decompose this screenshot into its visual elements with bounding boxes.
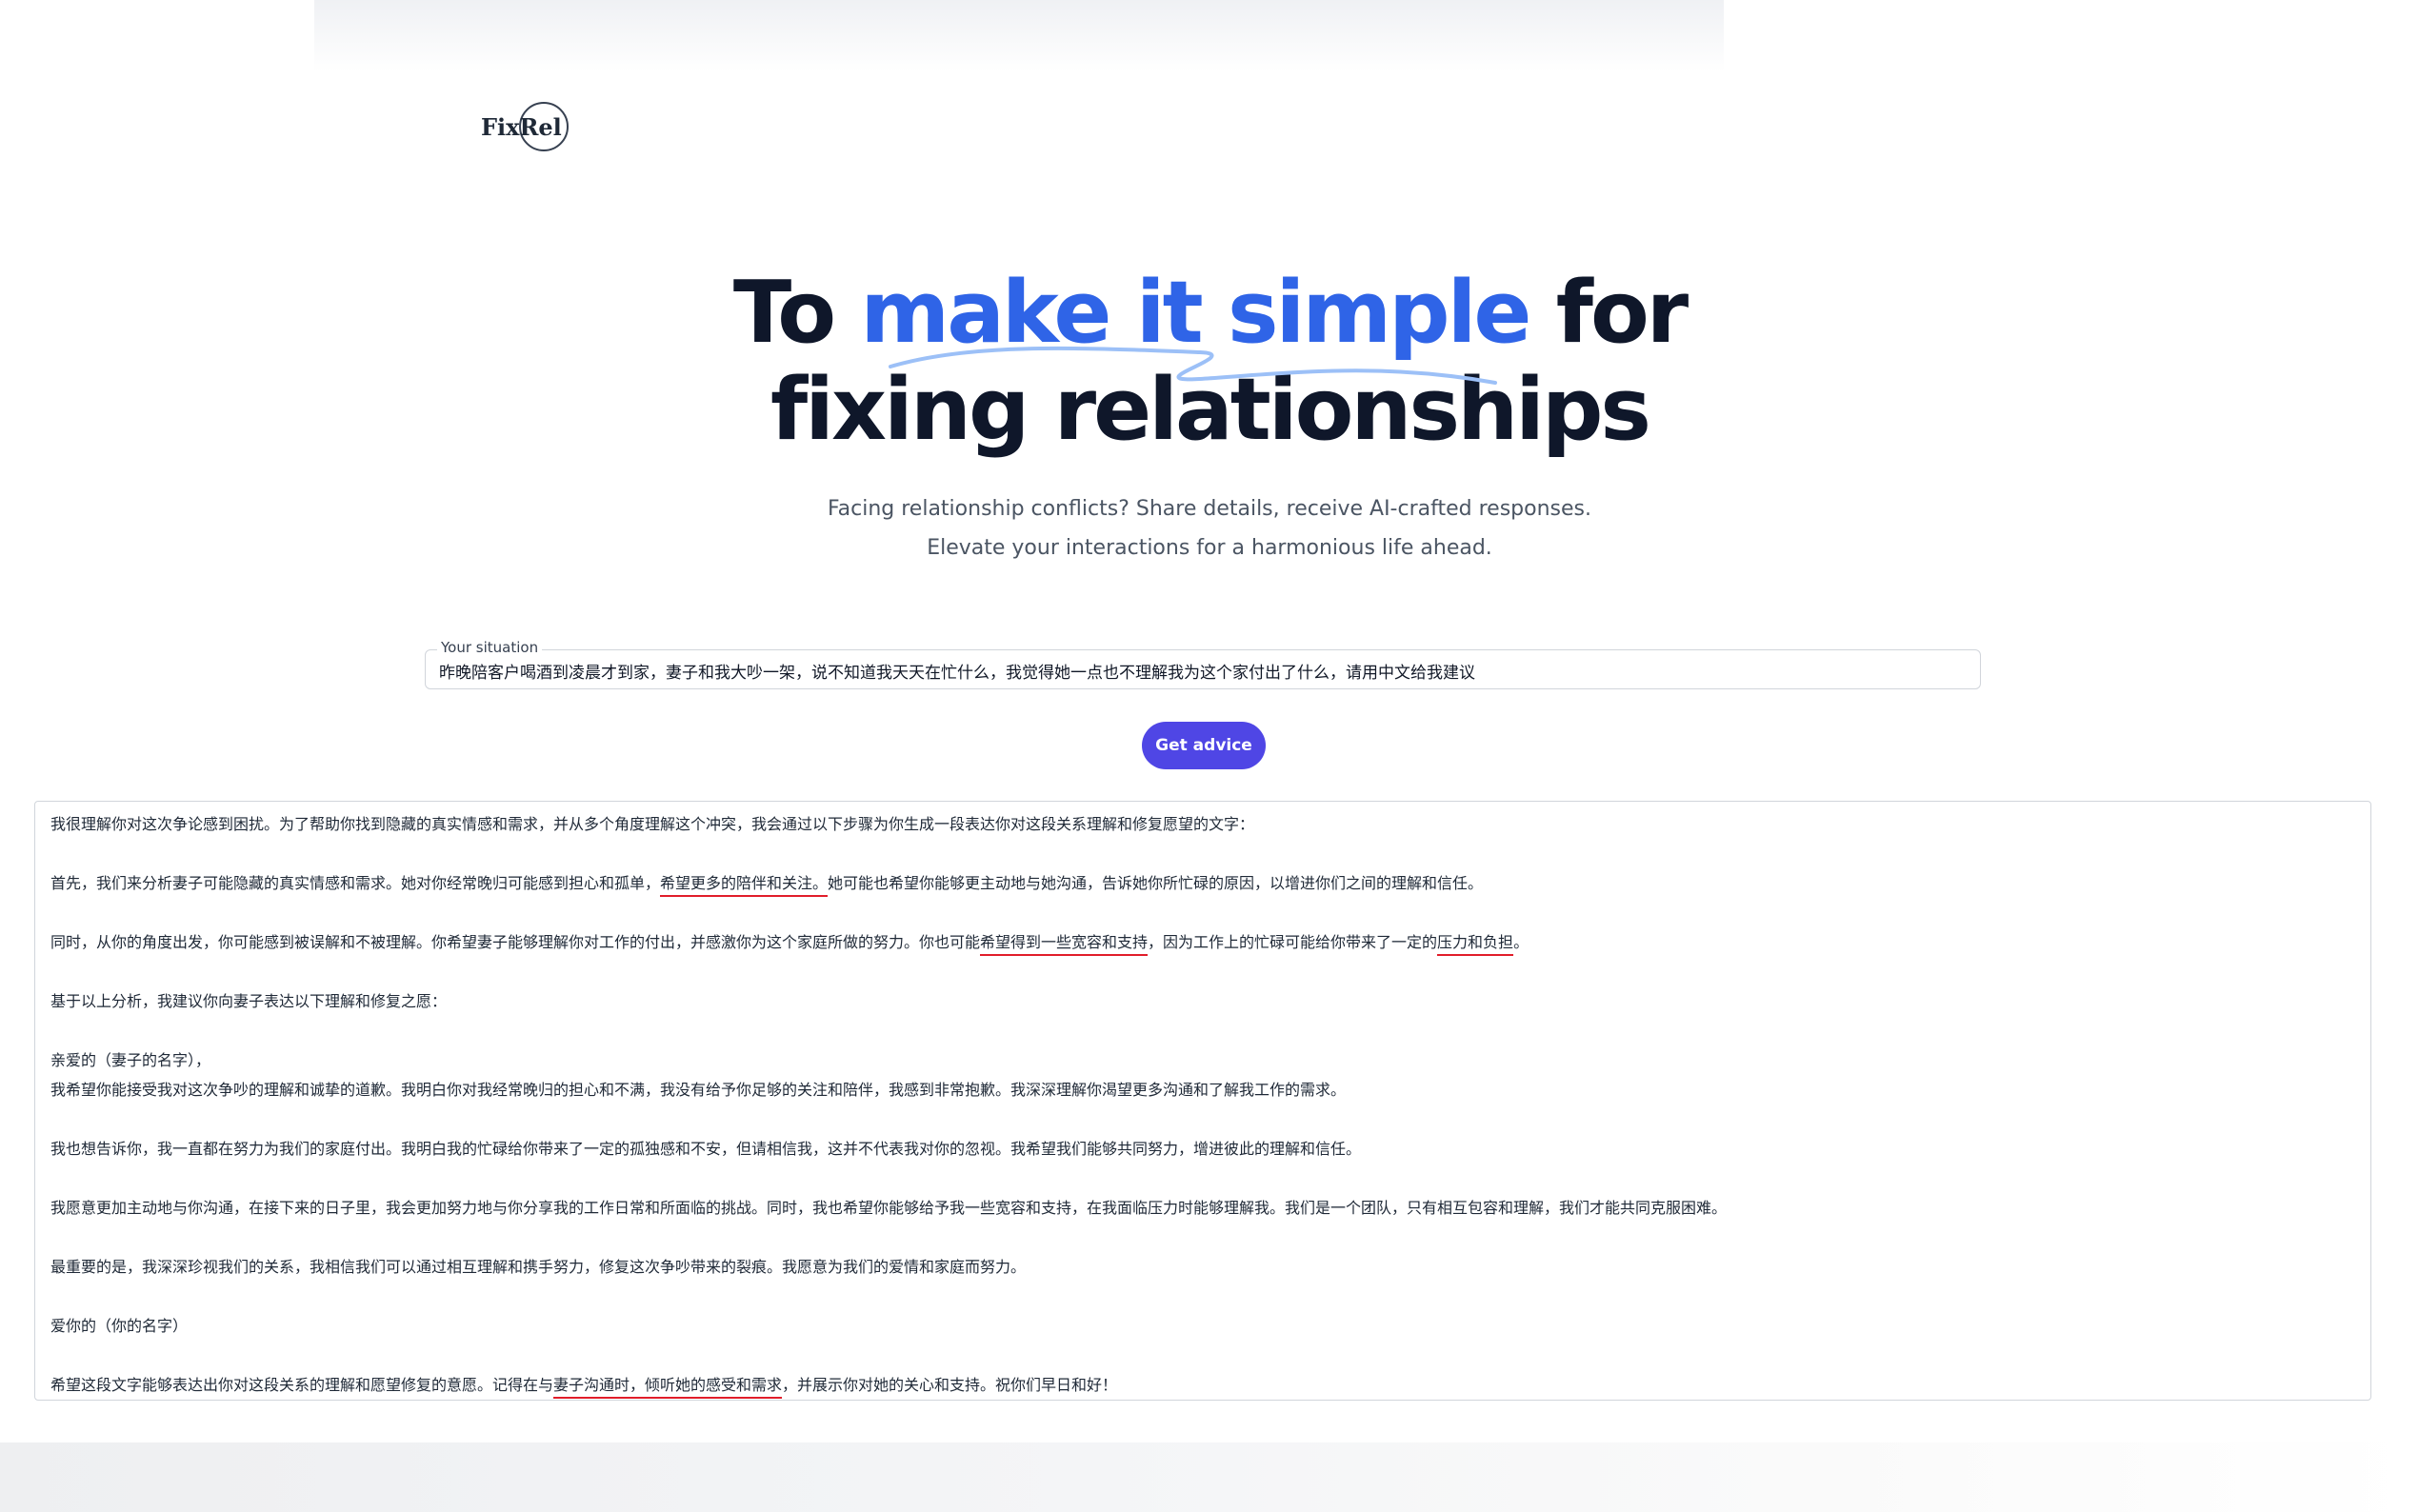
response-text: 她可能也希望你能够更主动地与她沟通，告诉她你所忙碌的原因，以增进你们之间的理解和… — [828, 874, 1484, 892]
logo-text: FixRel — [481, 112, 562, 141]
response-paragraph: 爱你的（你的名字） — [50, 1317, 189, 1335]
response-paragraph: 我愿意更加主动地与你沟通，在接下来的日子里，我会更加努力地与你分享我的工作日常和… — [50, 1199, 1728, 1217]
response-text: 希望这段文字能够表达出你对这段关系的理解和愿望修复的意愿。记得在与 — [50, 1376, 554, 1394]
response-paragraph: 希望这段文字能够表达出你对这段关系的理解和愿望修复的意愿。记得在与妻子沟通时，倾… — [50, 1372, 1118, 1399]
response-paragraph: 基于以上分析，我建议你向妻子表达以下理解和修复之愿： — [50, 992, 448, 1010]
fixrel-logo[interactable]: FixRel — [481, 102, 569, 151]
situation-input[interactable]: Your situation 昨晚陪客户喝酒到凌晨才到家，妻子和我大吵一架，说不… — [425, 639, 1981, 689]
response-text: 。 — [1513, 933, 1529, 951]
underlined-text: 妻子沟通时，倾听她的感受和需求 — [553, 1376, 783, 1399]
response-text: ，并展示你对她的关心和支持。祝你们早日和好！ — [782, 1376, 1118, 1394]
top-gradient — [314, 0, 1724, 71]
situation-label: Your situation — [437, 639, 543, 656]
subtitle-line-2: Elevate your interactions for a harmonio… — [927, 536, 1492, 560]
situation-text: 昨晚陪客户喝酒到凌晨才到家，妻子和我大吵一架，说不知道我天天在忙什么，我觉得她一… — [439, 664, 1346, 683]
subtitle-line-1: Facing relationship conflicts? Share det… — [828, 497, 1591, 521]
hero-suffix: for — [1529, 263, 1689, 363]
response-paragraph: 亲爱的（妻子的名字）， — [50, 1051, 211, 1069]
response-paragraph: 我也想告诉你，我一直都在努力为我们的家庭付出。我明白我的忙碌给你带来了一定的孤独… — [50, 1140, 1362, 1158]
hero-prefix: To — [732, 263, 861, 363]
get-advice-button[interactable]: Get advice — [1142, 722, 1266, 769]
situation-value[interactable]: 昨晚陪客户喝酒到凌晨才到家，妻子和我大吵一架，说不知道我天天在忙什么，我觉得她一… — [439, 659, 1963, 683]
underlined-text: 希望更多的陪伴和关注。 — [660, 874, 829, 897]
response-paragraph: 我很理解你对这次争论感到困扰。为了帮助你找到隐藏的真实情感和需求，并从多个角度理… — [50, 815, 1255, 833]
response-paragraph: 我希望你能接受我对这次争吵的理解和诚挚的道歉。我明白你对我经常晚归的担心和不满，… — [50, 1081, 1347, 1099]
response-text: 首先，我们来分析妻子可能隐藏的真实情感和需求。她对你经常晚归可能感到担心和孤单， — [50, 874, 661, 892]
underlined-text: 希望得到一些宽容和支持 — [980, 933, 1149, 956]
response-text: 同时，从你的角度出发，你可能感到被误解和不被理解。你希望妻子能够理解你对工作的付… — [50, 933, 981, 951]
advice-response-box: 我很理解你对这次争论感到困扰。为了帮助你找到隐藏的真实情感和需求，并从多个角度理… — [34, 801, 2371, 1401]
hero-swoosh-underline — [889, 346, 1497, 385]
bottom-gradient-band — [0, 1442, 2419, 1512]
situation-highlight: 请用中文给我建议 — [1346, 664, 1475, 683]
response-paragraph: 同时，从你的角度出发，你可能感到被误解和不被理解。你希望妻子能够理解你对工作的付… — [50, 929, 1529, 956]
response-paragraph: 首先，我们来分析妻子可能隐藏的真实情感和需求。她对你经常晚归可能感到担心和孤单，… — [50, 870, 1484, 897]
underlined-text: 压力和负担 — [1437, 933, 1514, 956]
response-text: ，因为工作上的忙碌可能给你带来了一定的 — [1148, 933, 1438, 951]
response-paragraph: 最重要的是，我深深珍视我们的关系，我相信我们可以通过相互理解和携手努力，修复这次… — [50, 1258, 1027, 1276]
